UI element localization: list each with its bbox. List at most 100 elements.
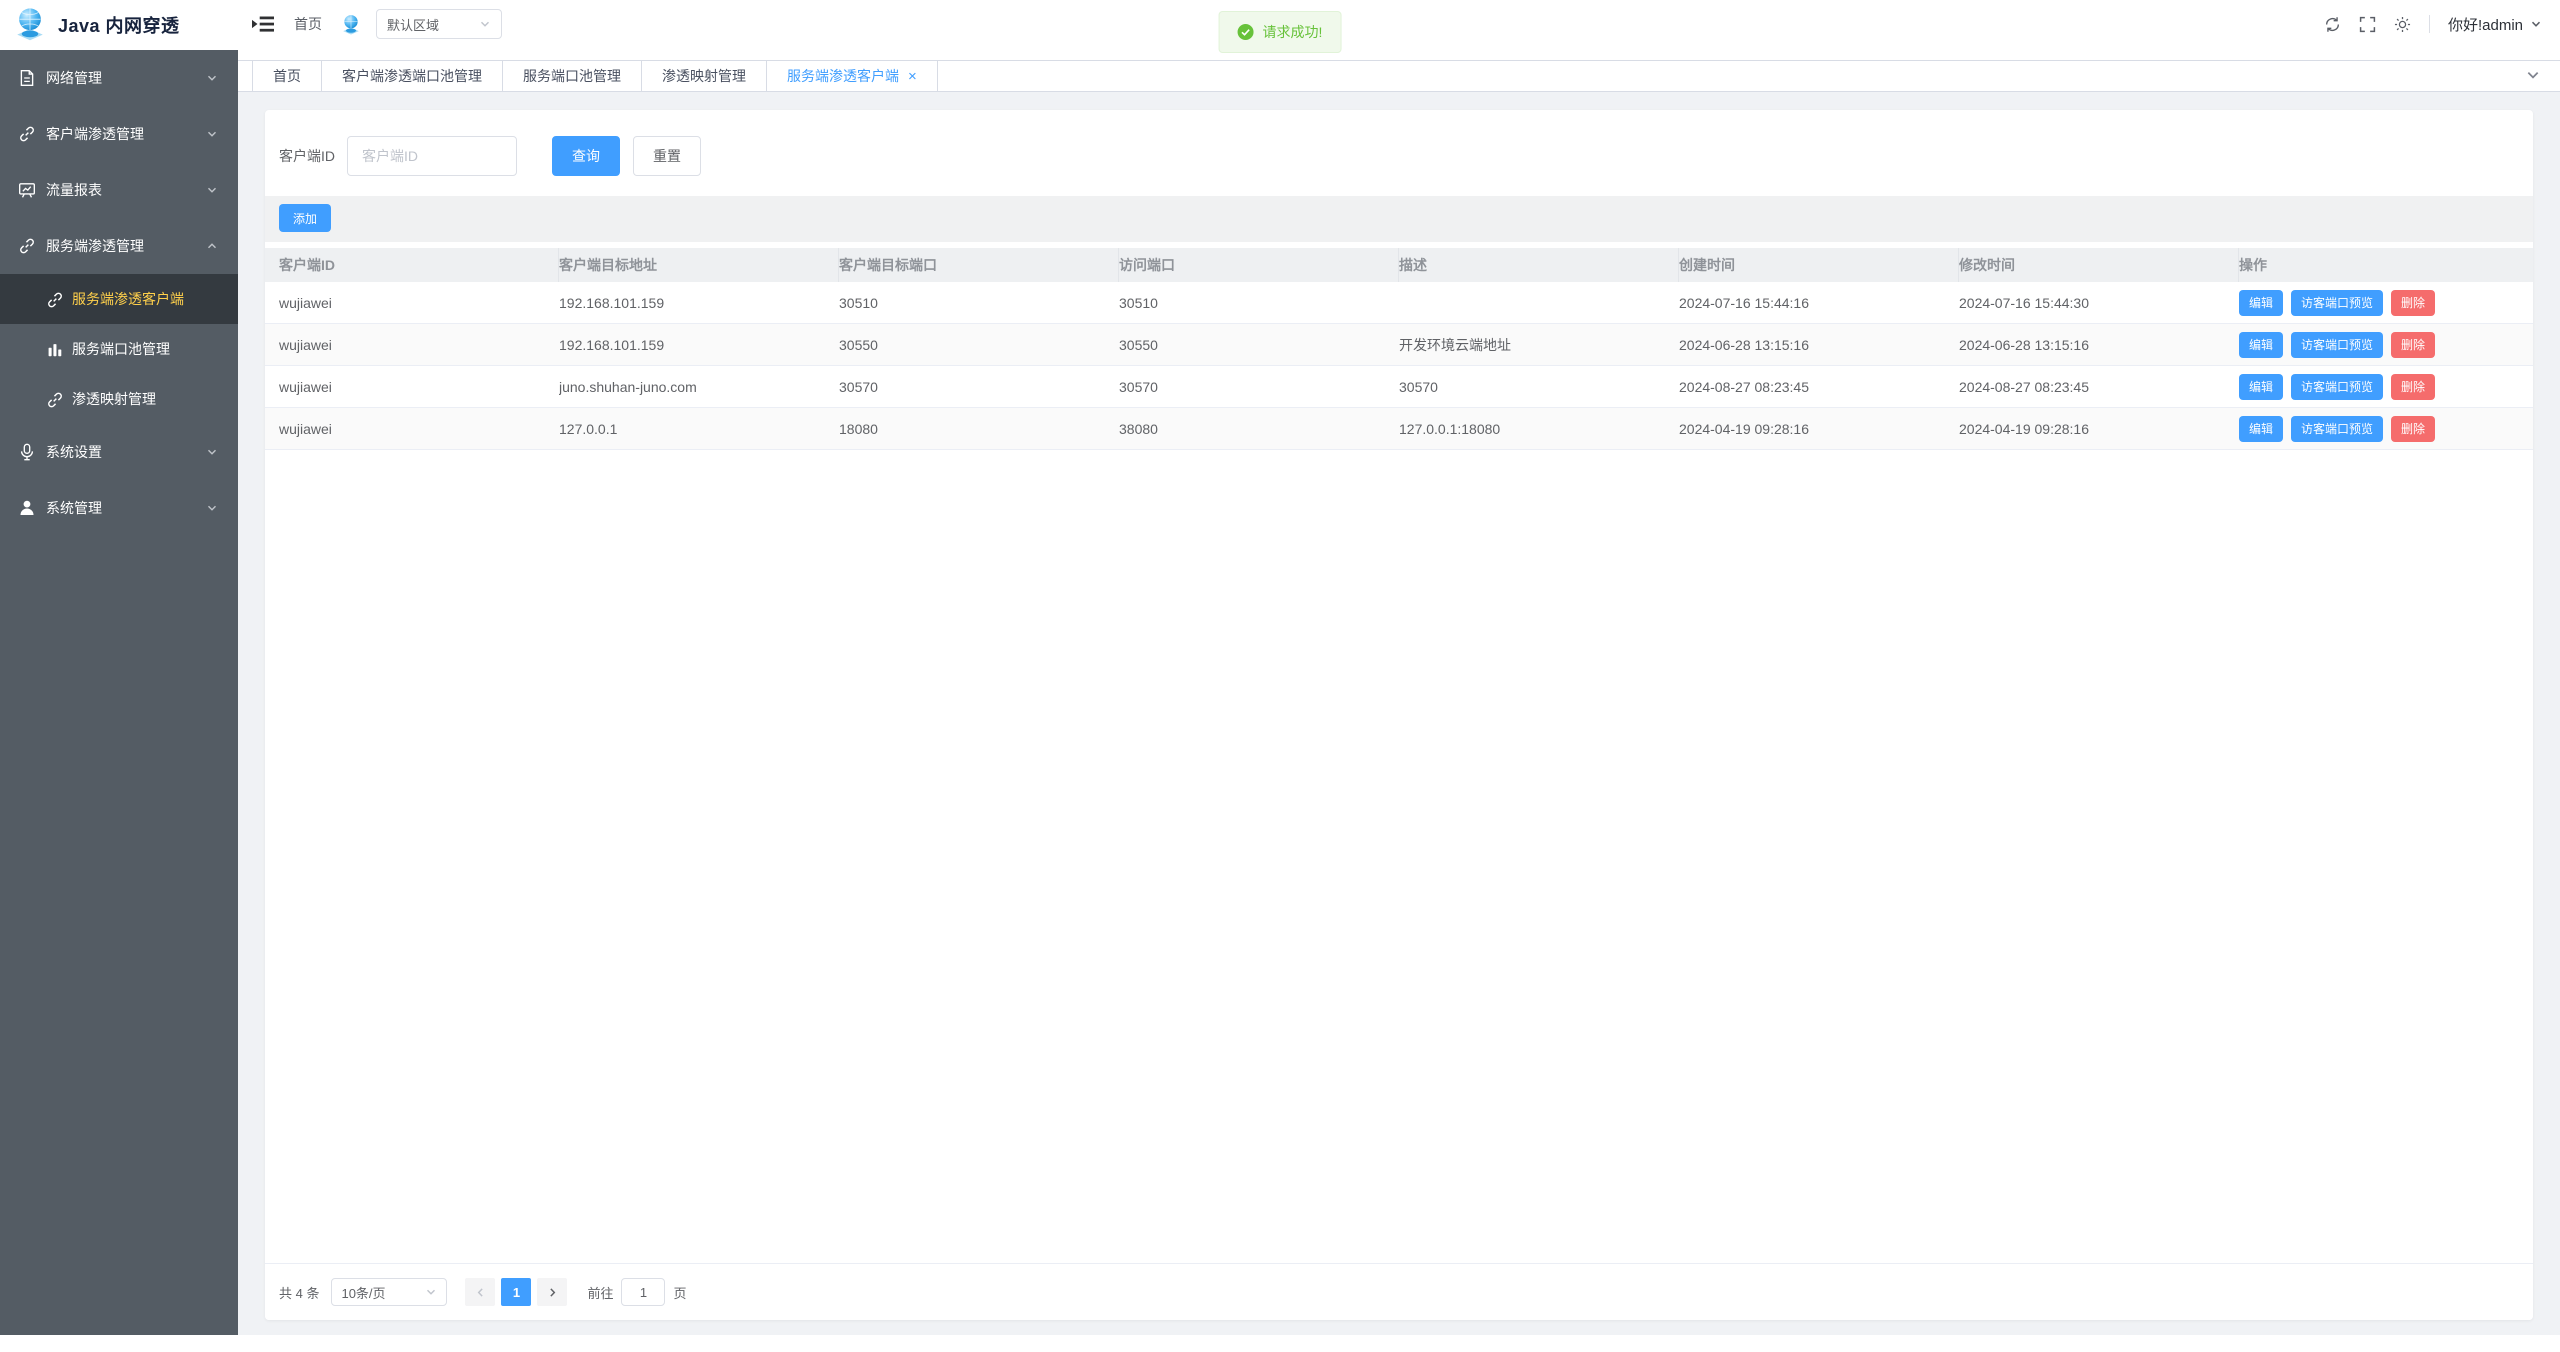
cell-client-id: wujiawei xyxy=(279,379,559,395)
cell-access-port: 30550 xyxy=(1119,337,1399,353)
sidebar-item-penetration-mapping-management[interactable]: 渗透映射管理 xyxy=(0,374,238,424)
sidebar-item-traffic-report[interactable]: 流量报表 xyxy=(0,162,238,218)
guest-port-preview-button[interactable]: 访客端口预览 xyxy=(2291,374,2383,400)
content-card: 客户端ID 查询 重置 添加 客户端ID 客户端目标地址 客户端目标端口 访问端… xyxy=(265,110,2533,1320)
tab-label: 首页 xyxy=(273,66,301,86)
column-header: 修改时间 xyxy=(1959,248,2239,282)
sidebar-item-network-management[interactable]: 网络管理 xyxy=(0,50,238,106)
chevron-down-icon xyxy=(206,72,218,84)
sidebar-item-label: 系统管理 xyxy=(46,498,206,518)
topbar: 首页 默认区域 xyxy=(238,0,2560,48)
column-header: 描述 xyxy=(1399,248,1679,282)
app-title: Java 内网穿透 xyxy=(58,12,180,38)
cell-access-port: 30510 xyxy=(1119,295,1399,311)
delete-button[interactable]: 删除 xyxy=(2391,416,2435,442)
table-row: wujiawei 127.0.0.1 18080 38080 127.0.0.1… xyxy=(265,408,2533,450)
user-dropdown[interactable]: 你好!admin xyxy=(2448,14,2542,35)
sidebar-item-label: 网络管理 xyxy=(46,68,206,88)
sidebar-item-label: 客户端渗透管理 xyxy=(46,124,206,144)
chevron-down-icon xyxy=(206,184,218,196)
theme-icon[interactable] xyxy=(2394,16,2411,33)
cell-client-id: wujiawei xyxy=(279,421,559,437)
tab-home[interactable]: 首页 xyxy=(252,61,322,91)
sidebar-item-system-settings[interactable]: 系统设置 xyxy=(0,424,238,480)
edit-button[interactable]: 编辑 xyxy=(2239,416,2283,442)
check-circle-icon xyxy=(1238,24,1254,40)
edit-button[interactable]: 编辑 xyxy=(2239,290,2283,316)
sidebar-item-server-penetration-management[interactable]: 服务端渗透管理 xyxy=(0,218,238,274)
tab-server-port-pool[interactable]: 服务端口池管理 xyxy=(503,61,642,91)
table-toolbar: 添加 xyxy=(265,196,2533,242)
close-icon[interactable]: × xyxy=(908,69,917,84)
column-header: 客户端目标地址 xyxy=(559,248,839,282)
reset-button[interactable]: 重置 xyxy=(633,136,701,176)
tabs-more-chevron-down-icon[interactable] xyxy=(2526,68,2540,82)
search-button[interactable]: 查询 xyxy=(552,136,620,176)
guest-port-preview-button[interactable]: 访客端口预览 xyxy=(2291,332,2383,358)
prev-page-button[interactable] xyxy=(465,1278,495,1306)
sidebar-fold-icon[interactable] xyxy=(252,13,274,35)
guest-port-preview-button[interactable]: 访客端口预览 xyxy=(2291,416,2383,442)
app-logo-icon xyxy=(12,5,48,46)
delete-button[interactable]: 删除 xyxy=(2391,332,2435,358)
chevron-down-icon xyxy=(2530,18,2542,30)
sidebar-item-server-port-pool-management[interactable]: 服务端口池管理 xyxy=(0,324,238,374)
cell-target-port: 30570 xyxy=(839,379,1119,395)
tab-client-penetration-port-pool[interactable]: 客户端渗透端口池管理 xyxy=(322,61,503,91)
table-empty-space xyxy=(265,450,2533,1264)
cell-target-port: 18080 xyxy=(839,421,1119,437)
tab-label: 渗透映射管理 xyxy=(662,66,746,86)
page-unit-label: 页 xyxy=(673,1283,686,1302)
fullscreen-icon[interactable] xyxy=(2359,16,2376,33)
cell-access-port: 30570 xyxy=(1119,379,1399,395)
cell-target-port: 30550 xyxy=(839,337,1119,353)
chevron-down-icon xyxy=(479,18,491,30)
sidebar-item-system-management[interactable]: 系统管理 xyxy=(0,480,238,536)
mini-logo-icon xyxy=(340,13,362,35)
cell-description: 127.0.0.1:18080 xyxy=(1399,421,1679,437)
link-icon xyxy=(46,291,62,307)
refresh-icon[interactable] xyxy=(2324,16,2341,33)
edit-button[interactable]: 编辑 xyxy=(2239,332,2283,358)
chevron-down-icon xyxy=(206,502,218,514)
breadcrumb[interactable]: 首页 xyxy=(294,14,322,34)
tabs: 首页 客户端渗透端口池管理 服务端口池管理 渗透映射管理 服务端渗透客户端 × xyxy=(238,60,2560,91)
column-header: 访问端口 xyxy=(1119,248,1399,282)
microphone-icon xyxy=(18,443,36,461)
tab-penetration-mapping[interactable]: 渗透映射管理 xyxy=(642,61,767,91)
sidebar-item-label: 服务端渗透客户端 xyxy=(72,289,238,309)
tab-label: 客户端渗透端口池管理 xyxy=(342,66,482,86)
delete-button[interactable]: 删除 xyxy=(2391,290,2435,316)
topbar-right: 你好!admin xyxy=(2324,14,2542,35)
sidebar-item-label: 流量报表 xyxy=(46,180,206,200)
link-icon xyxy=(18,125,36,143)
sidebar-item-server-penetration-client[interactable]: 服务端渗透客户端 xyxy=(0,274,238,324)
cell-client-id: wujiawei xyxy=(279,295,559,311)
cell-actions: 编辑 访客端口预览 删除 xyxy=(2239,416,2519,442)
delete-button[interactable]: 删除 xyxy=(2391,374,2435,400)
table-area: 添加 客户端ID 客户端目标地址 客户端目标端口 访问端口 描述 创建时间 修改… xyxy=(265,196,2533,1264)
cell-target-address: 192.168.101.159 xyxy=(559,295,839,311)
sidebar-item-label: 系统设置 xyxy=(46,442,206,462)
link-icon xyxy=(18,237,36,255)
toast-message: 请求成功! xyxy=(1263,22,1323,42)
goto-page-input[interactable] xyxy=(621,1278,665,1306)
chevron-down-icon xyxy=(206,128,218,140)
current-page-button[interactable]: 1 xyxy=(501,1278,531,1306)
divider xyxy=(2429,15,2430,33)
region-select[interactable]: 默认区域 xyxy=(376,9,502,39)
table-row: wujiawei 192.168.101.159 30510 30510 202… xyxy=(265,282,2533,324)
tab-label: 服务端口池管理 xyxy=(523,66,621,86)
guest-port-preview-button[interactable]: 访客端口预览 xyxy=(2291,290,2383,316)
tab-server-penetration-client[interactable]: 服务端渗透客户端 × xyxy=(767,61,938,91)
cell-description: 30570 xyxy=(1399,379,1679,395)
next-page-button[interactable] xyxy=(537,1278,567,1306)
link-icon xyxy=(46,391,62,407)
add-button[interactable]: 添加 xyxy=(279,204,331,232)
success-toast: 请求成功! xyxy=(1219,11,1342,53)
client-id-input[interactable] xyxy=(347,136,517,176)
sidebar-item-client-penetration-management[interactable]: 客户端渗透管理 xyxy=(0,106,238,162)
page-size-select[interactable]: 10条/页 xyxy=(331,1278,447,1306)
table-header-row: 客户端ID 客户端目标地址 客户端目标端口 访问端口 描述 创建时间 修改时间 … xyxy=(265,248,2533,282)
edit-button[interactable]: 编辑 xyxy=(2239,374,2283,400)
